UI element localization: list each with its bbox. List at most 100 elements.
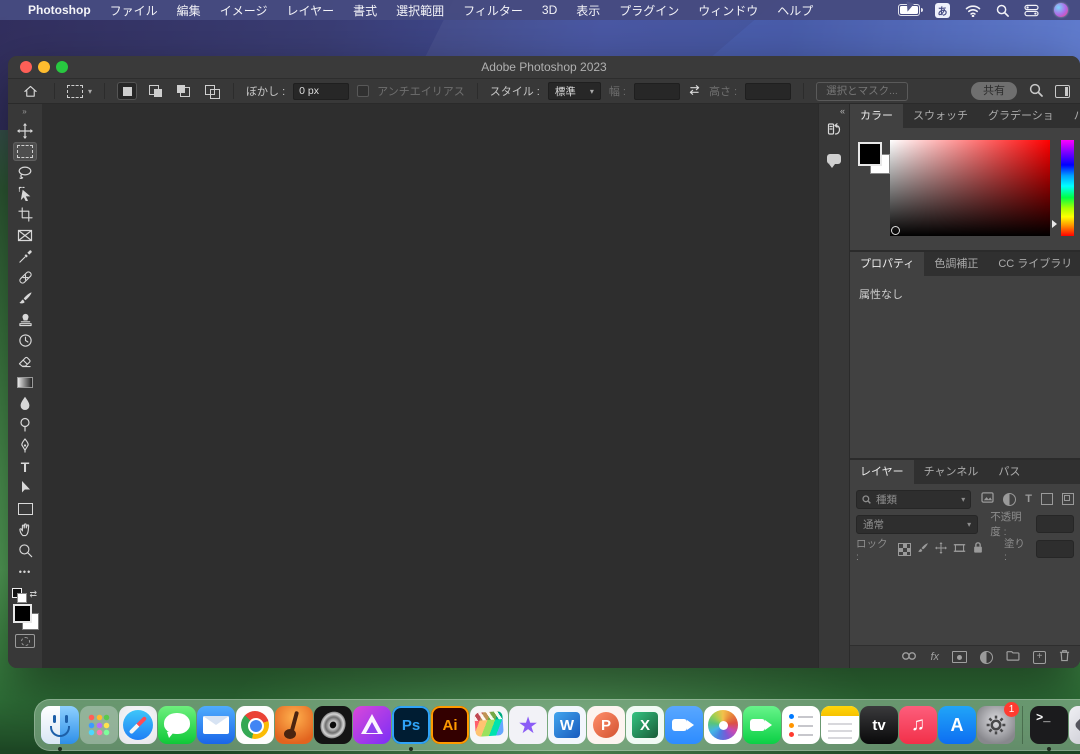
home-button[interactable]	[18, 82, 42, 101]
menu-help[interactable]: ヘルプ	[777, 2, 813, 19]
type-tool[interactable]: T	[13, 457, 37, 476]
blend-mode-dropdown[interactable]: 通常▾	[856, 515, 978, 534]
menu-3d[interactable]: 3D	[542, 3, 557, 17]
panel-foreground-swatch[interactable]	[858, 142, 882, 166]
delete-layer-icon[interactable]	[1059, 649, 1070, 665]
dock-excel[interactable]: X	[626, 706, 664, 744]
tab-layers[interactable]: レイヤー	[850, 460, 914, 484]
comments-panel-icon[interactable]	[823, 148, 845, 170]
dock-powerpoint[interactable]: P	[587, 706, 625, 744]
dock-photoshop[interactable]: Ps	[392, 706, 430, 744]
tab-paths[interactable]: パス	[988, 460, 1030, 484]
layer-style-icon[interactable]: fx	[930, 651, 939, 663]
dock-chrome[interactable]	[236, 706, 274, 744]
window-titlebar[interactable]: Adobe Photoshop 2023	[8, 56, 1080, 79]
dock-imovie[interactable]: ★	[509, 706, 547, 744]
dock-music[interactable]: ♫	[899, 706, 937, 744]
dock-photos[interactable]	[704, 706, 742, 744]
width-input[interactable]	[634, 83, 680, 100]
canvas-area[interactable]	[42, 104, 820, 668]
history-panel-icon[interactable]	[823, 118, 845, 140]
clone-stamp-tool[interactable]	[13, 310, 37, 329]
tab-patterns[interactable]: パターン	[1064, 104, 1080, 128]
fill-input[interactable]	[1036, 540, 1074, 558]
filter-adjustment-layers-icon[interactable]	[1003, 493, 1016, 506]
quick-mask-button[interactable]	[15, 634, 35, 648]
frame-tool[interactable]	[13, 226, 37, 245]
dock-affinity-photo[interactable]	[353, 706, 391, 744]
dock-apple-tv[interactable]: tv	[860, 706, 898, 744]
color-field[interactable]	[890, 140, 1050, 236]
dock-reminders[interactable]	[782, 706, 820, 744]
lock-position-icon[interactable]	[935, 542, 947, 557]
menu-filter[interactable]: フィルター	[463, 2, 523, 19]
dock-messages[interactable]	[158, 706, 196, 744]
siri-icon[interactable]	[1054, 3, 1068, 17]
layer-filter-search[interactable]: 種類▾	[856, 490, 971, 509]
rectangular-marquee-tool[interactable]	[13, 142, 37, 161]
hue-slider[interactable]	[1061, 140, 1074, 236]
lock-image-pixels-icon[interactable]	[917, 542, 929, 557]
input-source-icon[interactable]: あ	[935, 3, 950, 18]
search-button[interactable]	[1029, 83, 1043, 100]
menu-plugins[interactable]: プラグイン	[619, 2, 679, 19]
history-brush-tool[interactable]	[13, 331, 37, 350]
toolbar-collapse-button[interactable]: »	[8, 104, 42, 120]
dock-safari[interactable]	[119, 706, 157, 744]
menu-view[interactable]: 表示	[576, 2, 600, 19]
new-layer-icon[interactable]: +	[1033, 651, 1046, 664]
tab-adjustments[interactable]: 色調補正	[924, 252, 988, 276]
select-and-mask-button[interactable]: 選択とマスク...	[816, 82, 908, 101]
panel-foreground-background-swatches[interactable]	[858, 142, 892, 176]
foreground-color-swatch[interactable]	[13, 604, 32, 623]
zoom-tool[interactable]	[13, 541, 37, 560]
opacity-input[interactable]	[1036, 515, 1074, 533]
color-field-marker[interactable]	[891, 226, 900, 235]
filter-smart-objects-icon[interactable]	[1062, 493, 1074, 505]
dock-utility-app[interactable]	[1069, 706, 1080, 744]
menu-type[interactable]: 書式	[353, 2, 377, 19]
lock-artboard-icon[interactable]	[953, 542, 966, 557]
brush-tool[interactable]	[13, 289, 37, 308]
dock-garageband[interactable]	[275, 706, 313, 744]
eraser-tool[interactable]	[13, 352, 37, 371]
antialias-checkbox[interactable]	[357, 85, 369, 97]
add-layer-mask-icon[interactable]	[952, 651, 967, 663]
dock-app-store[interactable]: A	[938, 706, 976, 744]
feather-input[interactable]: 0 px	[293, 83, 349, 100]
blur-tool[interactable]	[13, 394, 37, 413]
menu-window[interactable]: ウィンドウ	[698, 2, 758, 19]
tab-swatches[interactable]: スウォッチ	[903, 104, 978, 128]
swap-width-height-icon[interactable]	[688, 84, 701, 99]
subtract-from-selection-mode[interactable]	[173, 82, 193, 100]
height-input[interactable]	[745, 83, 791, 100]
dock-word[interactable]: W	[548, 706, 586, 744]
wifi-icon[interactable]	[965, 4, 981, 17]
dock-illustrator[interactable]: Ai	[431, 706, 469, 744]
dock-notes[interactable]	[821, 706, 859, 744]
gradient-tool[interactable]	[13, 373, 37, 392]
lasso-tool[interactable]	[13, 163, 37, 182]
new-selection-mode[interactable]	[117, 82, 137, 100]
swap-colors-icon[interactable]: ⇄	[29, 589, 37, 600]
edit-toolbar-button[interactable]: •••	[13, 562, 37, 581]
menu-layer[interactable]: レイヤー	[286, 2, 334, 19]
expand-panels-button[interactable]: «	[840, 106, 844, 116]
workspace-switcher-icon[interactable]	[1055, 85, 1070, 98]
control-center-icon[interactable]	[1024, 4, 1039, 17]
search-icon[interactable]	[996, 4, 1009, 17]
dock-disc-app[interactable]	[314, 706, 352, 744]
filter-pixel-layers-icon[interactable]	[981, 492, 994, 506]
tab-properties[interactable]: プロパティ	[850, 252, 924, 276]
lock-transparent-pixels-icon[interactable]	[898, 543, 911, 556]
path-selection-tool[interactable]	[13, 478, 37, 497]
rectangle-tool[interactable]	[13, 499, 37, 518]
dock-facetime[interactable]	[743, 706, 781, 744]
filter-type-layers-icon[interactable]: T	[1025, 493, 1032, 505]
tool-preset-icon[interactable]: ▾	[67, 85, 92, 98]
lock-all-icon[interactable]	[972, 541, 984, 557]
dock-system-settings[interactable]: 1	[977, 706, 1015, 744]
style-dropdown[interactable]: 標準▾	[548, 82, 601, 100]
new-adjustment-layer-icon[interactable]	[980, 651, 993, 664]
menu-file[interactable]: ファイル	[110, 2, 158, 19]
